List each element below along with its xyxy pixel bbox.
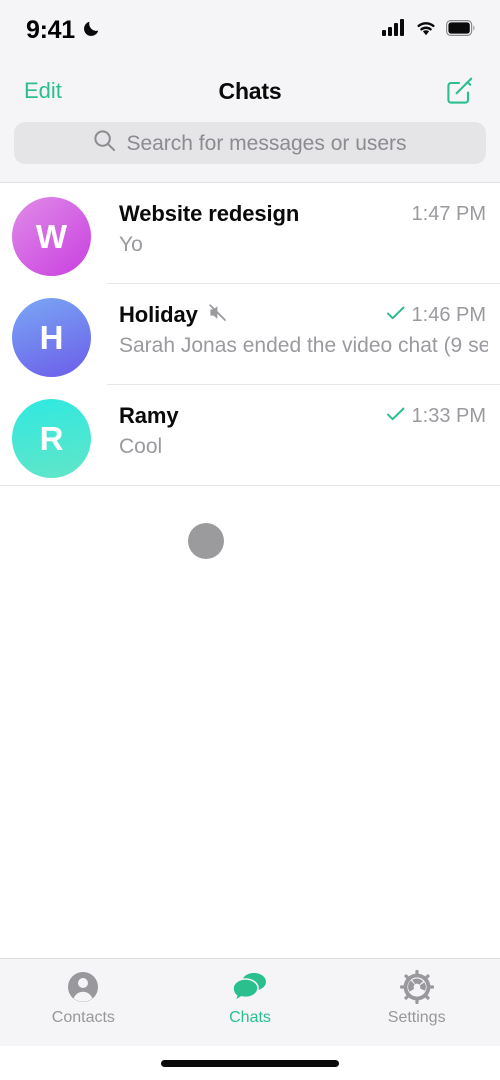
status-bar-clock: 9:41: [26, 15, 75, 44]
status-bar: 9:41: [0, 0, 500, 60]
home-indicator[interactable]: [161, 1059, 339, 1067]
chats-screen: 9:41 Edit Chats Search for messages or u…: [0, 0, 500, 1080]
chat-item-meta: 1:47 PM: [412, 203, 486, 226]
chat-list-item[interactable]: W Website redesign Yo 1:47 PM: [0, 183, 500, 284]
avatar-initial: R: [39, 419, 64, 457]
chat-timestamp: 1:33 PM: [411, 405, 486, 427]
compose-button[interactable]: [446, 75, 476, 108]
read-receipt-check-icon: [386, 305, 406, 326]
chat-preview: Sarah Jonas ended the video chat (9 se…: [119, 334, 488, 357]
tab-label: Chats: [229, 1009, 271, 1026]
avatar: W: [12, 197, 91, 276]
mute-icon: [207, 302, 228, 328]
chat-item-meta: 1:46 PM: [386, 304, 486, 327]
tab-label: Settings: [387, 1009, 446, 1026]
chat-list-item[interactable]: R Ramy Cool 1:33 PM: [0, 385, 500, 486]
search-placeholder: Search for messages or users: [126, 131, 407, 155]
chat-list: W Website redesign Yo 1:47 PM H Holiday: [0, 183, 500, 486]
cellular-signal-icon: [382, 19, 406, 41]
status-bar-left: 9:41: [26, 16, 102, 45]
chat-preview: Yo: [119, 233, 143, 256]
status-bar-right: [382, 19, 476, 41]
avatar-initial: H: [39, 318, 64, 356]
chat-list-item[interactable]: H Holiday Sarah Jonas ended the video ch…: [0, 284, 500, 385]
chat-bubbles-icon: [232, 970, 268, 1004]
tab-chats[interactable]: Chats: [167, 970, 334, 1026]
avatar-initial: W: [35, 217, 68, 255]
chat-title: Website redesign: [119, 201, 300, 226]
chat-list-empty-area: [0, 486, 500, 958]
chat-preview: Cool: [119, 435, 163, 458]
search-input[interactable]: Search for messages or users: [14, 122, 486, 164]
tab-settings[interactable]: Settings: [333, 970, 500, 1026]
wifi-icon: [415, 19, 437, 41]
avatar: H: [12, 298, 91, 377]
chat-item-meta: 1:33 PM: [386, 405, 486, 428]
navigation-bar: Edit Chats: [0, 60, 500, 122]
contacts-person-icon: [66, 970, 100, 1004]
page-title: Chats: [218, 77, 282, 104]
edit-button[interactable]: Edit: [24, 80, 62, 102]
battery-full-icon: [446, 19, 476, 41]
avatar: R: [12, 399, 91, 478]
chat-title: Ramy: [119, 403, 179, 428]
home-indicator-area: [0, 1046, 500, 1080]
search-icon: [93, 129, 116, 157]
chat-title: Holiday: [119, 302, 198, 327]
tab-label: Contacts: [51, 1009, 115, 1026]
gear-icon: [399, 970, 434, 1004]
chat-timestamp: 1:47 PM: [411, 203, 486, 225]
compose-icon: [446, 75, 476, 108]
loading-indicator: [188, 523, 224, 559]
moon-icon: [82, 18, 102, 43]
read-receipt-check-icon: [386, 406, 406, 427]
tab-bar: Contacts Chats Settings: [0, 958, 500, 1046]
tab-contacts[interactable]: Contacts: [0, 970, 167, 1026]
chat-timestamp: 1:46 PM: [411, 304, 486, 326]
search-section: Search for messages or users: [0, 122, 500, 183]
